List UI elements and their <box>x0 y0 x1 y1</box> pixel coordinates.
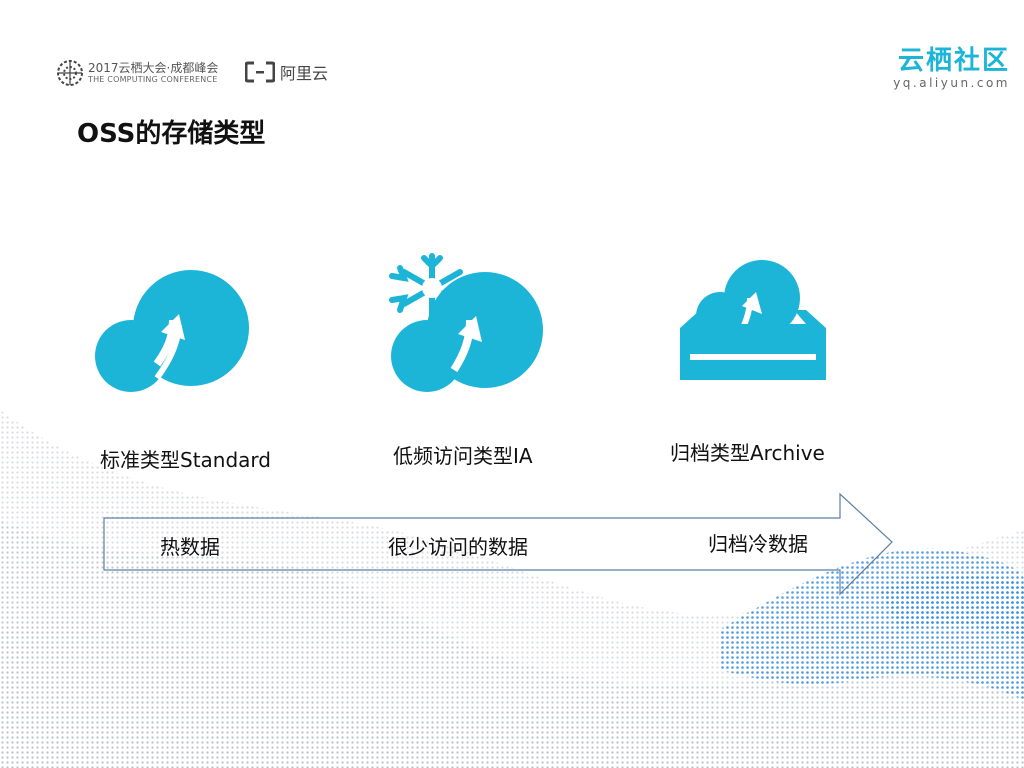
storage-type-archive-label: 归档类型Archive <box>670 441 825 465</box>
hot-data-label: 热数据 <box>160 535 220 559</box>
community-name: 云栖社区 <box>897 46 1010 76</box>
archive-tray-cloud-icon <box>678 258 828 387</box>
snowflake-cloud-icon <box>382 248 547 400</box>
conference-globe-icon <box>57 60 83 86</box>
storage-type-standard-label: 标准类型Standard <box>100 448 271 472</box>
cloud-upload-icon <box>93 268 253 397</box>
aliyun-logo: 阿里云 <box>245 60 328 84</box>
storage-type-ia-label: 低频访问类型IA <box>393 444 533 468</box>
conference-subtitle: THE COMPUTING CONFERENCE <box>88 75 218 84</box>
conference-logo: 2017云栖大会·成都峰会 THE COMPUTING CONFERENCE <box>56 58 218 88</box>
infrequent-data-label: 很少访问的数据 <box>388 535 528 559</box>
cold-data-label: 归档冷数据 <box>708 532 808 556</box>
slide-title: OSS的存储类型 <box>77 119 266 149</box>
community-logo: 云栖社区 yq.aliyun.com <box>893 48 1010 90</box>
aliyun-bracket-icon <box>245 61 275 83</box>
community-url: yq.aliyun.com <box>893 76 1010 90</box>
conference-title: 2017云栖大会·成都峰会 <box>88 61 219 75</box>
aliyun-label: 阿里云 <box>280 64 329 83</box>
